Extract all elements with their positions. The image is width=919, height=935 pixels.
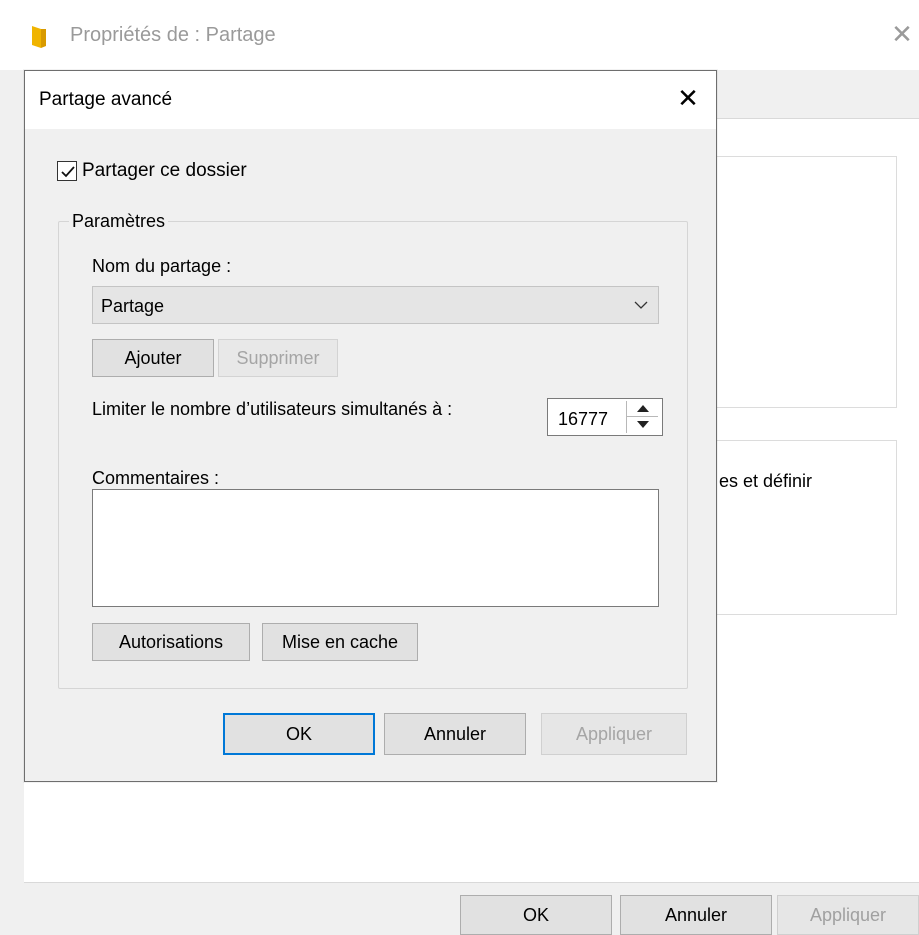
caching-button[interactable]: Mise en cache: [262, 623, 418, 661]
arrow-up-icon[interactable]: [627, 401, 658, 417]
properties-tab-strip: [715, 70, 919, 120]
share-folder-label[interactable]: Partager ce dossier: [82, 160, 247, 182]
chevron-down-icon: [631, 295, 651, 315]
user-limit-value[interactable]: 16777: [558, 409, 608, 430]
share-folder-checkbox[interactable]: [57, 161, 77, 181]
user-limit-label: Limiter le nombre d’utilisateurs simulta…: [92, 399, 453, 419]
remove-share-button[interactable]: Supprimer: [218, 339, 338, 377]
properties-close-icon[interactable]: ✕: [888, 20, 916, 48]
properties-section-text: es et définir: [719, 471, 813, 491]
properties-window-title: Propriétés de : Partage: [70, 24, 276, 46]
permissions-button[interactable]: Autorisations: [92, 623, 250, 661]
checkmark-icon: [61, 166, 75, 178]
share-name-value: Partage: [101, 296, 165, 316]
dialog-ok-button[interactable]: OK: [223, 713, 375, 755]
spinner-buttons: [626, 401, 658, 433]
comments-textarea[interactable]: [92, 489, 659, 607]
dialog-apply-button[interactable]: Appliquer: [541, 713, 687, 755]
arrow-down-icon[interactable]: [627, 417, 658, 433]
add-share-button[interactable]: Ajouter: [92, 339, 214, 377]
properties-cancel-button[interactable]: Annuler: [620, 895, 772, 935]
dialog-cancel-button[interactable]: Annuler: [384, 713, 526, 755]
settings-group-legend: Paramètres: [69, 211, 169, 232]
properties-ok-button[interactable]: OK: [460, 895, 612, 935]
advanced-sharing-dialog: Partage avancé ✕ Partager ce dossier Par…: [24, 70, 717, 782]
dialog-close-icon[interactable]: ✕: [673, 83, 703, 113]
folder-icon: [30, 24, 48, 48]
user-limit-spinner[interactable]: 16777: [547, 398, 663, 436]
share-name-dropdown[interactable]: Partage: [92, 286, 659, 324]
properties-apply-button[interactable]: Appliquer: [777, 895, 919, 935]
share-name-label: Nom du partage :: [92, 256, 232, 276]
dialog-title: Partage avancé: [39, 89, 173, 110]
properties-section-network: [715, 156, 897, 408]
comments-label: Commentaires :: [92, 468, 220, 488]
properties-section-advanced: [715, 440, 897, 615]
